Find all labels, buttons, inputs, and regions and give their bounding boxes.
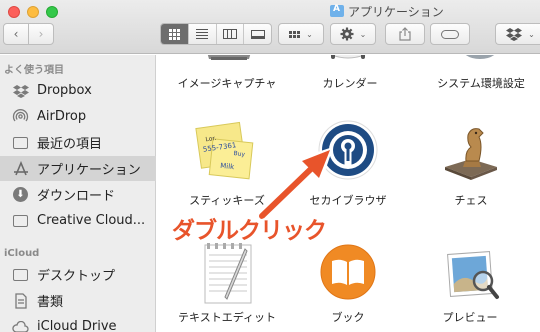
documents-icon [12, 292, 29, 309]
image-capture-app[interactable] [201, 55, 257, 71]
window-title: アプリケーション [330, 3, 444, 19]
share-icon [399, 27, 411, 41]
folder-icon [12, 212, 29, 229]
sidebar-item-label: ダウンロード [37, 189, 116, 204]
sidebar-item-icloud-drive[interactable]: iCloud Drive [0, 314, 156, 332]
file-label: チェス [454, 194, 488, 207]
sticky-note-text: Buy [233, 150, 246, 158]
column-view-button[interactable] [217, 24, 245, 44]
sidebar-item-documents[interactable]: 書類 [0, 288, 156, 313]
calendar-app[interactable] [323, 55, 373, 71]
list-view-icon [196, 29, 209, 39]
sidebar-item-airdrop[interactable]: AirDrop [0, 104, 156, 129]
list-view-button[interactable] [189, 24, 217, 44]
desktop-folder-icon [12, 266, 29, 283]
applications-icon [12, 160, 29, 177]
icloud-drive-icon [12, 318, 29, 332]
sidebar-item-label: 最近の項目 [37, 137, 103, 152]
forward-button[interactable]: › [28, 23, 54, 45]
sekai-browser-icon [318, 120, 378, 180]
sidebar-item-recents[interactable]: 最近の項目 [0, 130, 156, 155]
icon-view-button[interactable] [161, 24, 189, 44]
zoom-window-button[interactable] [46, 6, 58, 18]
sidebar-item-desktop[interactable]: デスクトップ [0, 262, 156, 287]
chess-icon [445, 128, 497, 180]
airdrop-icon [12, 108, 29, 125]
sidebar-header-favorites: よく使う項目 [4, 65, 64, 76]
tag-icon [441, 29, 459, 39]
sidebar-item-label: アプリケーション [37, 163, 141, 178]
preview-app[interactable] [443, 243, 503, 307]
applications-folder-icon [330, 4, 344, 17]
books-icon [320, 244, 376, 300]
sidebar-item-applications[interactable]: アプリケーション [0, 156, 156, 181]
sidebar-item-label: AirDrop [37, 109, 87, 124]
dropbox-icon [12, 82, 29, 99]
back-button[interactable]: ‹ [3, 23, 29, 45]
dropbox-toolbar-button[interactable]: ⌄ [495, 23, 540, 45]
sekai-browser-app[interactable] [317, 119, 379, 185]
sidebar-item-label: 書類 [37, 295, 64, 310]
chevron-down-icon: ⌄ [306, 29, 313, 39]
annotation-label: ダブルクリック [172, 218, 327, 244]
column-view-icon [222, 29, 237, 39]
window-title-text: アプリケーション [348, 4, 444, 19]
stickies-app[interactable]: Lor. 555-7361 Buy Milk [193, 119, 259, 189]
file-label: プレビュー [442, 311, 498, 324]
textedit-icon [204, 243, 252, 304]
dropbox-icon [506, 28, 523, 41]
calendar-icon [330, 55, 366, 59]
tags-button[interactable] [430, 23, 470, 45]
file-label: システム環境設定 [437, 77, 525, 90]
sidebar-item-downloads[interactable]: ⬇ ダウンロード [0, 182, 156, 207]
minimize-window-button[interactable] [27, 6, 39, 18]
downloads-icon: ⬇ [12, 186, 29, 203]
textedit-app[interactable] [197, 241, 259, 309]
chess-app[interactable] [441, 121, 501, 185]
gallery-view-button[interactable] [244, 24, 271, 44]
arrange-button[interactable]: ⌄ [278, 23, 324, 45]
sticky-note-text: Milk [220, 162, 236, 172]
gear-icon [340, 27, 354, 41]
sidebar-item-dropbox[interactable]: Dropbox [0, 78, 156, 103]
image-capture-icon [207, 55, 251, 60]
sticky-note-text: Lor. [205, 135, 217, 143]
file-label: カレンダー [322, 77, 378, 90]
finder-window: アプリケーション ‹ › ⌄ [0, 0, 540, 332]
gallery-view-icon [250, 29, 265, 39]
sidebar-item-label: iCloud Drive [37, 319, 117, 332]
sidebar-header-icloud: iCloud [4, 248, 40, 259]
recents-icon [12, 134, 29, 151]
sidebar: よく使う項目 Dropbox AirDrop 最近の項目 アプリケーション ⬇ … [0, 55, 156, 332]
toolbar: アプリケーション ‹ › ⌄ [0, 0, 540, 54]
close-window-button[interactable] [8, 6, 20, 18]
icon-view-icon [168, 28, 180, 40]
chevron-down-icon: ⌄ [528, 29, 535, 39]
chevron-right-icon: › [38, 27, 44, 41]
arrange-icon [289, 30, 301, 38]
sidebar-item-label: デスクトップ [37, 269, 116, 284]
system-preferences-icon [465, 55, 495, 59]
share-button[interactable] [385, 23, 425, 45]
view-mode-control [160, 23, 272, 45]
file-label: テキストエディット [178, 311, 276, 324]
sidebar-item-creative-cloud[interactable]: Creative Cloud... [0, 208, 156, 233]
sidebar-item-label: Creative Cloud... [37, 213, 146, 228]
file-label: スティッキーズ [189, 194, 265, 207]
books-app[interactable] [319, 243, 377, 305]
file-browser: イメージキャプチャ カレンダー システム環境設定 Lor. 555-7361 B… [157, 55, 540, 332]
action-button[interactable]: ⌄ [330, 23, 376, 45]
file-label: ブック [331, 311, 365, 324]
chevron-left-icon: ‹ [13, 27, 19, 41]
preview-icon [447, 251, 499, 299]
file-label: セカイブラウザ [309, 194, 387, 207]
system-preferences-app[interactable] [452, 55, 508, 71]
sidebar-item-label: Dropbox [37, 83, 92, 98]
file-label: イメージキャプチャ [177, 77, 277, 90]
chevron-down-icon: ⌄ [359, 29, 367, 39]
stickies-icon: Lor. 555-7361 Buy Milk [195, 121, 254, 180]
